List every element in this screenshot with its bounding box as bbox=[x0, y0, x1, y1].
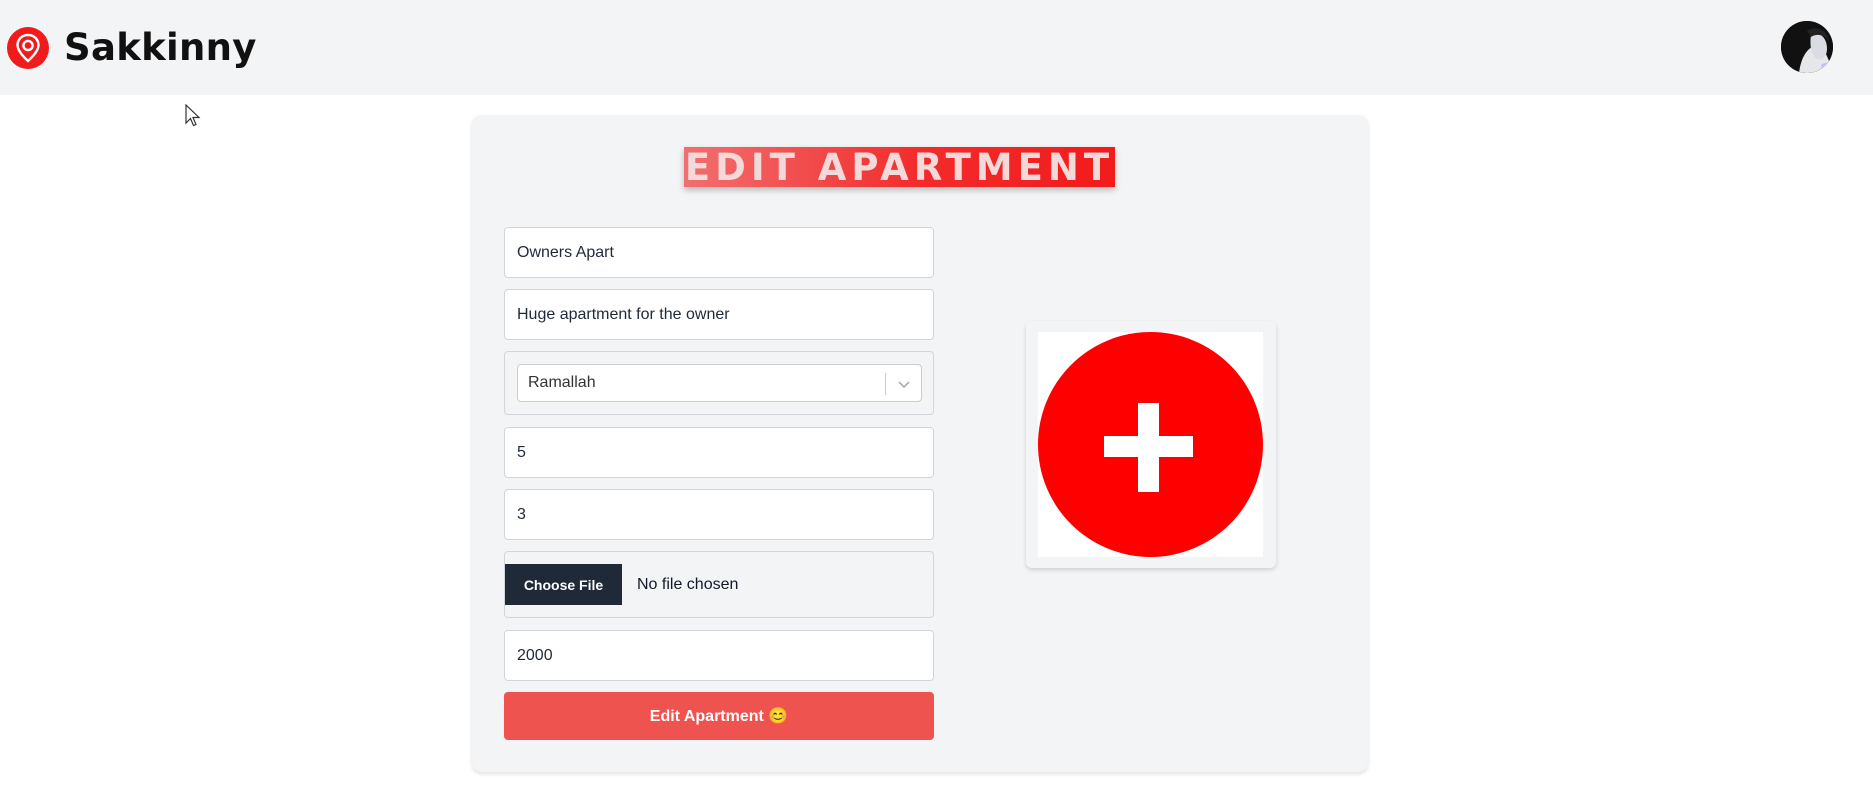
choose-file-button[interactable]: Choose File bbox=[505, 564, 622, 605]
chevron-down-icon[interactable] bbox=[895, 375, 913, 393]
rooms-field[interactable]: 5 bbox=[504, 427, 934, 478]
mouse-cursor-icon bbox=[185, 104, 201, 127]
image-file-input: Choose File No file chosen bbox=[504, 551, 934, 618]
form-title-banner: EDIT APARTMENT bbox=[684, 145, 1115, 189]
bathrooms-value: 3 bbox=[517, 505, 526, 523]
edit-apartment-card: EDIT APARTMENT Owners Apart Huge apartme… bbox=[472, 115, 1368, 772]
file-status-text: No file chosen bbox=[637, 575, 739, 593]
form-title: EDIT APARTMENT bbox=[684, 145, 1115, 189]
brand-name[interactable]: Sakkinny bbox=[64, 26, 257, 69]
user-avatar[interactable] bbox=[1781, 21, 1833, 73]
add-image-plus-icon[interactable] bbox=[1038, 332, 1263, 557]
location-pin-icon[interactable] bbox=[6, 26, 50, 70]
select-separator bbox=[885, 373, 886, 395]
city-select-container: Ramallah bbox=[504, 351, 934, 415]
image-preview[interactable] bbox=[1038, 332, 1263, 557]
price-value: 2000 bbox=[517, 646, 553, 664]
image-preview-card[interactable] bbox=[1026, 321, 1276, 568]
edit-apartment-button[interactable]: Edit Apartment 😊 bbox=[504, 692, 934, 740]
apartment-description-field[interactable]: Huge apartment for the owner bbox=[504, 289, 934, 340]
apartment-name-value: Owners Apart bbox=[517, 243, 614, 261]
apartment-description-value: Huge apartment for the owner bbox=[517, 305, 730, 323]
bathrooms-field[interactable]: 3 bbox=[504, 489, 934, 540]
city-select[interactable]: Ramallah bbox=[517, 364, 922, 402]
price-field[interactable]: 2000 bbox=[504, 630, 934, 681]
top-navbar: Sakkinny bbox=[0, 0, 1873, 95]
city-selected-value: Ramallah bbox=[528, 374, 596, 391]
rooms-value: 5 bbox=[517, 443, 526, 461]
apartment-name-field[interactable]: Owners Apart bbox=[504, 227, 934, 278]
